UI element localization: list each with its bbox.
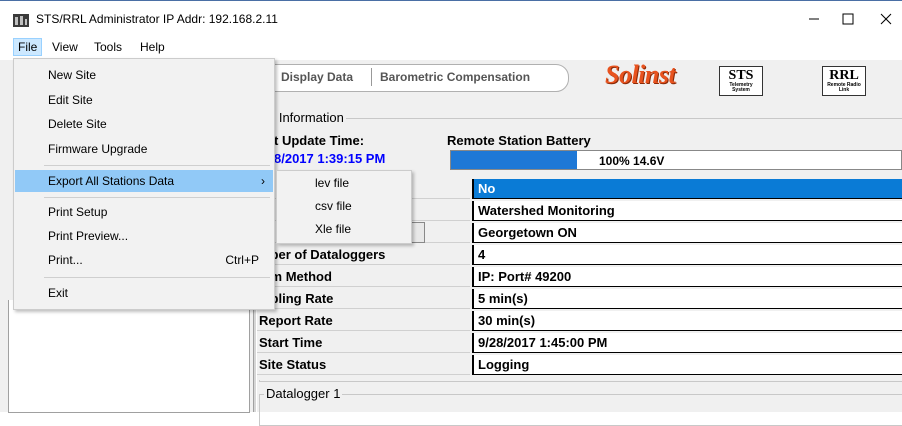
grid-row-label: Site Status (257, 355, 470, 375)
submenu-item-xle-file[interactable]: Xle file (278, 218, 410, 240)
menu-separator (44, 277, 270, 278)
datalogger-group (259, 394, 902, 426)
sts-logo: STS Telemetry System (719, 66, 763, 96)
close-button[interactable] (868, 7, 902, 31)
sts-logo-text: STS (728, 68, 754, 83)
menu-item-print[interactable]: Print... Ctrl+P (15, 249, 273, 271)
maximize-button[interactable] (830, 7, 866, 31)
tab-display-data[interactable]: Display Data (281, 70, 353, 84)
grid-row-value[interactable]: Georgetown ON (472, 223, 902, 243)
grid-row-value[interactable]: 9/28/2017 1:45:00 PM (472, 333, 902, 353)
battery-label: Remote Station Battery (447, 133, 591, 148)
battery-progress-fill (451, 151, 577, 169)
site-information-title: e Information (266, 110, 346, 125)
grid-row-value[interactable]: 5 min(s) (472, 289, 902, 309)
menu-tools[interactable]: Tools (90, 39, 126, 56)
tab-barometric-compensation[interactable]: Barometric Compensation (380, 70, 530, 84)
print-shortcut: Ctrl+P (225, 253, 259, 267)
menu-help[interactable]: Help (136, 39, 169, 56)
grid-row[interactable]: mm Method IP: Port# 49200 (257, 267, 902, 287)
last-update-value: 8/2017 1:39:15 PM (274, 151, 386, 166)
grid-row-label: Start Time (257, 333, 470, 353)
menu-item-delete-site[interactable]: Delete Site (15, 113, 273, 135)
rrl-logo: RRL Remote Radio Link (822, 66, 866, 96)
battery-value: 100% 14.6V (599, 154, 665, 168)
menu-item-firmware-upgrade[interactable]: Firmware Upgrade (15, 138, 273, 160)
grid-row[interactable]: Start Time 9/28/2017 1:45:00 PM (257, 333, 902, 353)
menu-item-new-site[interactable]: New Site (15, 64, 273, 86)
menu-item-edit-site[interactable]: Edit Site (15, 89, 273, 111)
grid-row[interactable]: mpling Rate 5 min(s) (257, 289, 902, 309)
grid-row[interactable]: mber of Dataloggers 4 (257, 245, 902, 265)
datalogger-title: Datalogger 1 (264, 386, 343, 401)
menu-bar: File View Tools Help (0, 36, 902, 58)
minimize-button[interactable] (796, 7, 832, 31)
rrl-logo-text: RRL (829, 68, 859, 83)
grid-row-value[interactable]: Logging (472, 355, 902, 375)
export-submenu: lev file csv file Xle file (276, 170, 412, 244)
menu-separator (44, 197, 270, 198)
grid-row-label: mber of Dataloggers (257, 245, 470, 265)
grid-row-value[interactable]: IP: Port# 49200 (472, 267, 902, 287)
grid-row[interactable]: Report Rate 30 min(s) (257, 311, 902, 331)
app-icon (13, 14, 29, 27)
grid-row-label: mm Method (257, 267, 470, 287)
window-title: STS/RRL Administrator IP Addr: 192.168.2… (36, 12, 278, 26)
menu-item-export-all-stations-data[interactable]: Export All Stations Data › (15, 170, 273, 192)
grid-row[interactable]: Site Status Logging (257, 355, 902, 375)
title-bar: STS/RRL Administrator IP Addr: 192.168.2… (0, 0, 902, 37)
grid-row-label: mpling Rate (257, 289, 470, 309)
site-tree-list[interactable] (8, 300, 250, 413)
grid-row-label: Report Rate (257, 311, 470, 331)
maximize-icon (842, 13, 854, 25)
menu-item-print-setup[interactable]: Print Setup (15, 201, 273, 223)
submenu-arrow-icon: › (261, 174, 265, 188)
grid-row-value[interactable]: No (472, 179, 902, 199)
menu-file[interactable]: File (13, 38, 43, 56)
solinst-logo: Solinst (605, 60, 676, 89)
close-icon (880, 13, 892, 25)
grid-row-value[interactable]: Watershed Monitoring (472, 201, 902, 221)
last-update-label: t Update Time: (274, 133, 365, 148)
battery-progress-bar: 100% 14.6V (450, 150, 902, 170)
sts-logo-subtitle: Telemetry System (729, 82, 753, 93)
submenu-item-lev-file[interactable]: lev file (278, 172, 410, 194)
minimize-icon (809, 18, 819, 20)
tab-separator (371, 68, 372, 86)
rrl-logo-subtitle: Remote Radio Link (827, 82, 861, 93)
menu-item-print-preview[interactable]: Print Preview... (15, 225, 273, 247)
submenu-item-csv-file[interactable]: csv file (278, 195, 410, 217)
menu-separator (44, 165, 270, 166)
grid-row-value[interactable]: 4 (472, 245, 902, 265)
menu-view[interactable]: View (48, 39, 82, 56)
grid-row-value[interactable]: 30 min(s) (472, 311, 902, 331)
file-dropdown-menu: New Site Edit Site Delete Site Firmware … (13, 58, 275, 310)
menu-item-exit[interactable]: Exit (15, 282, 273, 304)
